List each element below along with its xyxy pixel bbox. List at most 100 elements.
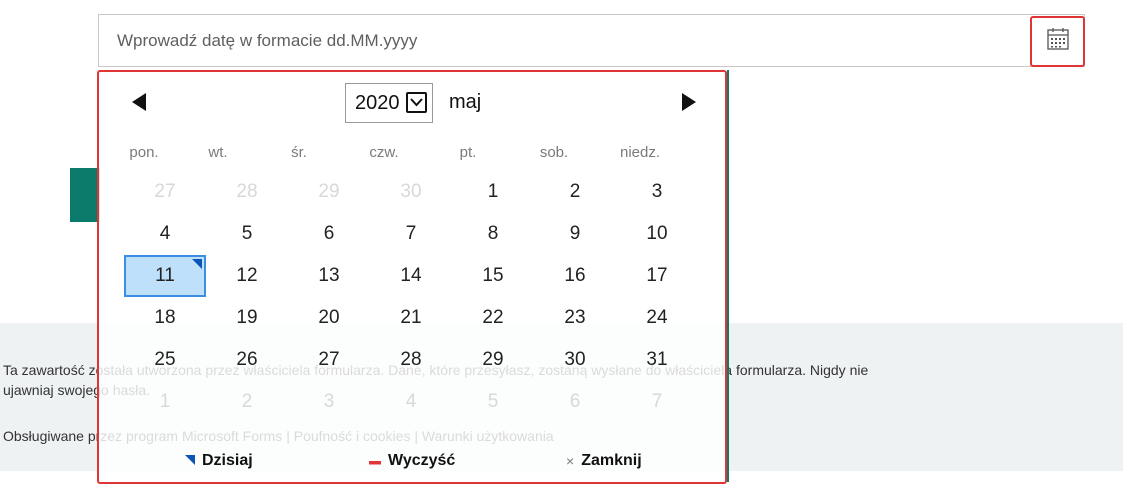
day-cell[interactable]: 23: [534, 297, 616, 339]
day-cell[interactable]: 2: [534, 171, 616, 213]
today-button[interactable]: Dzisiaj: [185, 452, 253, 470]
day-cell[interactable]: 9: [534, 213, 616, 255]
day-number: 1: [487, 181, 499, 202]
today-marker-icon: [185, 452, 195, 470]
day-cell[interactable]: 7: [616, 381, 698, 423]
day-number: 15: [482, 265, 504, 286]
day-cell[interactable]: 4: [124, 213, 206, 255]
date-input-container: [98, 14, 1085, 67]
day-number: 5: [487, 391, 499, 412]
day-cell[interactable]: 18: [124, 297, 206, 339]
day-cell[interactable]: 24: [616, 297, 698, 339]
day-number: 29: [318, 181, 340, 202]
day-number: 27: [318, 349, 340, 370]
day-number: 5: [241, 223, 253, 244]
day-cell-selected[interactable]: 11: [124, 255, 206, 297]
day-cell[interactable]: 12: [206, 255, 288, 297]
teal-accent-bar: [70, 168, 100, 222]
day-number: 11: [155, 265, 175, 286]
day-cell[interactable]: 6: [534, 381, 616, 423]
today-label: Dzisiaj: [202, 452, 253, 469]
day-number: 4: [405, 391, 417, 412]
weekday-label: niedz.: [619, 144, 661, 161]
day-cell[interactable]: 31: [616, 339, 698, 381]
day-cell[interactable]: 19: [206, 297, 288, 339]
day-number: 30: [400, 181, 422, 202]
day-number: 22: [482, 307, 504, 328]
day-cell[interactable]: 4: [370, 381, 452, 423]
day-number: 2: [241, 391, 253, 412]
day-cell[interactable]: 28: [206, 171, 288, 213]
popup-edge: [727, 70, 729, 482]
day-number: 27: [154, 181, 176, 202]
year-value: 2020: [355, 91, 400, 114]
day-number: 30: [564, 349, 586, 370]
calendar-button[interactable]: [1030, 16, 1085, 67]
day-cell[interactable]: 21: [370, 297, 452, 339]
weekday-header: pon. wt. śr. czw. pt. sob. niedz.: [99, 144, 729, 164]
day-number: 25: [154, 349, 176, 370]
day-cell[interactable]: 28: [370, 339, 452, 381]
day-number: 21: [400, 307, 422, 328]
day-cell[interactable]: 16: [534, 255, 616, 297]
year-select[interactable]: 2020: [345, 83, 433, 123]
day-cell[interactable]: 1: [452, 171, 534, 213]
day-number: 12: [236, 265, 258, 286]
day-number: 4: [159, 223, 171, 244]
weekday-label: pt.: [459, 144, 477, 161]
day-number: 3: [323, 391, 335, 412]
day-cell[interactable]: 6: [288, 213, 370, 255]
day-cell[interactable]: 27: [124, 171, 206, 213]
triangle-left-icon: [130, 92, 148, 117]
day-cell[interactable]: 7: [370, 213, 452, 255]
weekday-label: sob.: [539, 144, 569, 161]
day-cell[interactable]: 3: [288, 381, 370, 423]
next-month-button[interactable]: [677, 92, 701, 116]
day-number: 1: [159, 391, 171, 412]
today-marker: [192, 259, 202, 269]
triangle-right-icon: [680, 92, 698, 117]
day-cell[interactable]: 5: [452, 381, 534, 423]
day-cell[interactable]: 22: [452, 297, 534, 339]
day-number: 10: [646, 223, 668, 244]
day-number: 3: [651, 181, 663, 202]
weekday-label: wt.: [208, 144, 228, 161]
day-cell[interactable]: 26: [206, 339, 288, 381]
weekday-label: pon.: [129, 144, 159, 161]
day-number: 29: [482, 349, 504, 370]
day-number: 18: [154, 307, 176, 328]
day-cell[interactable]: 29: [288, 171, 370, 213]
day-cell[interactable]: 29: [452, 339, 534, 381]
day-cell[interactable]: 20: [288, 297, 370, 339]
day-number: 2: [569, 181, 581, 202]
day-cell[interactable]: 5: [206, 213, 288, 255]
date-picker-popup: 2020 maj pon. wt. śr. czw. pt. sob. nied…: [97, 70, 727, 484]
clear-button[interactable]: Wyczyść: [369, 452, 455, 470]
day-cell[interactable]: 30: [534, 339, 616, 381]
close-label: Zamknij: [581, 452, 642, 469]
day-cell[interactable]: 1: [124, 381, 206, 423]
day-cell[interactable]: 2: [206, 381, 288, 423]
day-cell[interactable]: 10: [616, 213, 698, 255]
day-cell[interactable]: 8: [452, 213, 534, 255]
month-label: maj: [449, 91, 482, 113]
day-number: 24: [646, 307, 668, 328]
day-number: 28: [236, 181, 258, 202]
day-cell[interactable]: 17: [616, 255, 698, 297]
prev-month-button[interactable]: [127, 92, 151, 116]
day-cell[interactable]: 25: [124, 339, 206, 381]
day-number: 31: [646, 349, 668, 370]
picker-actions: Dzisiaj Wyczyść × Zamknij: [99, 452, 729, 476]
day-number: 6: [323, 223, 335, 244]
calendar-icon: [1046, 27, 1070, 56]
date-input[interactable]: [99, 15, 1017, 66]
day-cell[interactable]: 30: [370, 171, 452, 213]
day-cell[interactable]: 27: [288, 339, 370, 381]
day-cell[interactable]: 15: [452, 255, 534, 297]
close-button[interactable]: × Zamknij: [566, 452, 642, 470]
day-cell[interactable]: 13: [288, 255, 370, 297]
weekday-label: czw.: [369, 144, 399, 161]
weekday-label: śr.: [291, 144, 307, 161]
day-cell[interactable]: 3: [616, 171, 698, 213]
day-cell[interactable]: 14: [370, 255, 452, 297]
